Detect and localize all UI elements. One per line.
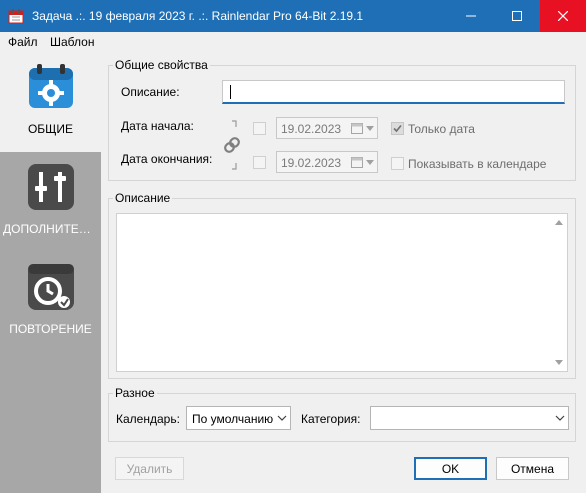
scroll-down-icon[interactable] <box>555 360 563 365</box>
text-caret <box>230 85 231 99</box>
calendar-select-value: По умолчанию <box>192 412 274 426</box>
sidebar: ОБЩИЕ ДОПОЛНИТЕЛЬНО ПОВТОРЕНИЕ <box>0 52 101 493</box>
maximize-button[interactable] <box>494 0 540 32</box>
close-button[interactable] <box>540 0 586 32</box>
sidebar-item-general[interactable]: ОБЩИЕ <box>0 52 101 152</box>
checkmark-icon <box>393 124 402 133</box>
link-dates-icon[interactable] <box>222 119 242 171</box>
calendar-icon <box>351 123 363 134</box>
start-date-value: 19.02.2023 <box>281 122 342 136</box>
sidebar-item-label: ОБЩИЕ <box>27 122 74 136</box>
category-label: Категория: <box>301 412 361 426</box>
window-title: Задача .:. 19 февраля 2023 г. .:. Rainle… <box>32 9 364 23</box>
date-only-checkbox[interactable] <box>391 122 404 135</box>
description-textarea[interactable] <box>116 213 568 372</box>
date-only-label: Только дата <box>408 122 475 136</box>
ok-button[interactable]: OK <box>414 457 487 480</box>
end-date-checkbox[interactable] <box>253 156 266 169</box>
end-date-label: Дата окончания: <box>121 152 213 166</box>
start-date-label: Дата начала: <box>121 119 194 133</box>
repeat-clock-icon <box>28 264 74 310</box>
delete-button[interactable]: Удалить <box>115 457 184 480</box>
show-in-calendar-checkbox[interactable] <box>391 157 404 170</box>
general-properties-title: Общие свойства <box>113 58 210 72</box>
description-input[interactable] <box>222 80 565 104</box>
minimize-button[interactable] <box>448 0 494 32</box>
sidebar-item-additional[interactable]: ДОПОЛНИТЕЛЬНО <box>0 152 101 252</box>
maximize-icon <box>512 11 522 21</box>
description-label: Описание: <box>121 85 180 99</box>
menu-file[interactable]: Файл <box>8 35 38 49</box>
menu-template[interactable]: Шаблон <box>50 35 94 49</box>
app-icon <box>8 9 24 24</box>
chevron-down-icon <box>555 415 565 421</box>
scroll-up-icon[interactable] <box>555 220 563 225</box>
vertical-scrollbar[interactable] <box>551 214 567 371</box>
sidebar-item-recurrence[interactable]: ПОВТОРЕНИЕ <box>0 252 101 352</box>
end-date-value: 19.02.2023 <box>281 156 342 170</box>
start-date-checkbox[interactable] <box>253 122 266 135</box>
sidebar-item-label: ДОПОЛНИТЕЛЬНО <box>3 222 101 236</box>
misc-group-title: Разное <box>113 386 157 400</box>
chevron-down-icon <box>277 415 287 421</box>
title-bar[interactable]: Задача .:. 19 февраля 2023 г. .:. Rainle… <box>0 0 586 32</box>
sliders-icon <box>28 164 74 210</box>
calendar-select[interactable]: По умолчанию <box>186 406 291 430</box>
start-date-picker[interactable]: 19.02.2023 <box>276 117 378 139</box>
minimize-icon <box>466 15 476 17</box>
sidebar-item-label: ПОВТОРЕНИЕ <box>9 322 92 336</box>
close-icon <box>558 11 568 21</box>
calendar-gear-icon <box>29 64 73 108</box>
cancel-button[interactable]: Отмена <box>496 457 569 480</box>
show-in-calendar-label: Показывать в календаре <box>408 157 547 171</box>
category-select[interactable] <box>370 406 569 430</box>
description-group-title: Описание <box>113 191 173 205</box>
end-date-picker[interactable]: 19.02.2023 <box>276 151 378 173</box>
menu-bar: Файл Шаблон <box>0 32 586 52</box>
chevron-down-icon <box>366 160 374 165</box>
calendar-icon <box>351 157 363 168</box>
chevron-down-icon <box>366 126 374 131</box>
calendar-label: Календарь: <box>116 412 180 426</box>
